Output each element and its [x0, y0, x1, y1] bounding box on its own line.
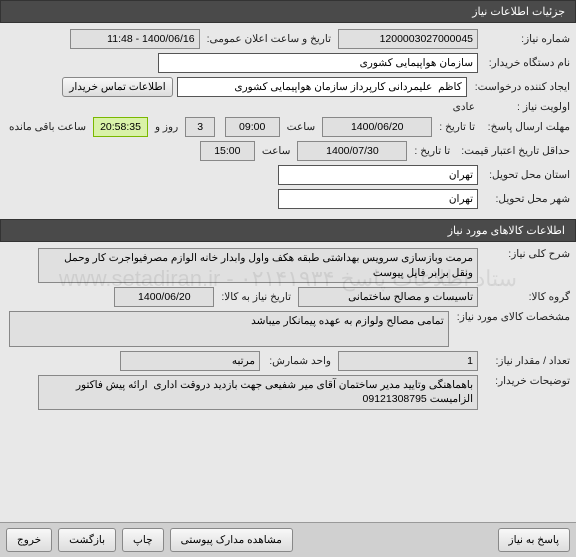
days-remaining — [185, 117, 215, 137]
need-by-date-field — [114, 287, 214, 307]
back-button[interactable]: بازگشت — [58, 528, 116, 552]
label-time-2: ساعت — [259, 145, 294, 157]
exit-button[interactable]: خروج — [6, 528, 52, 552]
label-time-1: ساعت — [284, 121, 319, 133]
label-buyer-org: نام دستگاه خریدار: — [482, 57, 570, 69]
response-deadline-date — [322, 117, 432, 137]
goods-group-field — [298, 287, 478, 307]
label-to-date-2: تا تاریخ : — [411, 145, 453, 157]
requester-field[interactable] — [177, 77, 467, 97]
label-goods-group: گروه کالا: — [482, 291, 570, 303]
delivery-city-field[interactable] — [278, 189, 478, 209]
section-body-need-details: شماره نیاز: تاریخ و ساعت اعلان عمومی: نا… — [0, 23, 576, 219]
goods-desc-field — [38, 248, 478, 283]
buyer-org-field[interactable] — [158, 53, 478, 73]
attachments-button[interactable]: مشاهده مدارک پیوستی — [170, 528, 293, 552]
label-delivery-city: شهر محل تحویل: — [482, 193, 570, 205]
label-time-remaining: ساعت باقی مانده — [6, 121, 89, 133]
priority-value: عادی — [438, 101, 478, 113]
qty-field — [338, 351, 478, 371]
buyer-notes-field — [38, 375, 478, 410]
label-price-validity: حداقل تاریخ اعتبار قیمت: — [457, 145, 570, 157]
label-requester: ایجاد کننده درخواست: — [471, 81, 570, 93]
delivery-province-field[interactable] — [278, 165, 478, 185]
price-validity-date — [297, 141, 407, 161]
label-response-deadline: مهلت ارسال پاسخ: — [482, 121, 570, 133]
label-buyer-notes: توضیحات خریدار: — [482, 375, 570, 387]
label-announce-datetime: تاریخ و ساعت اعلان عمومی: — [204, 33, 334, 45]
label-goods-desc: شرح کلی نیاز: — [482, 248, 570, 260]
section-header-need-details: جزئیات اطلاعات نیاز — [0, 0, 576, 23]
response-deadline-time — [225, 117, 280, 137]
unit-field — [120, 351, 260, 371]
label-need-by-date: تاریخ نیاز به کالا: — [218, 291, 294, 303]
countdown-timer: 20:58:35 — [93, 117, 148, 137]
label-days-and: روز و — [152, 121, 181, 133]
label-goods-spec: مشخصات کالای مورد نیاز: — [453, 311, 570, 323]
label-delivery-province: استان محل تحویل: — [482, 169, 570, 181]
contact-info-button[interactable]: اطلاعات تماس خریدار — [62, 77, 172, 97]
goods-spec-field — [9, 311, 449, 346]
price-validity-time — [200, 141, 255, 161]
section-header-goods-info: اطلاعات کالاهای مورد نیاز — [0, 219, 576, 242]
label-priority: اولویت نیاز : — [482, 101, 570, 113]
respond-button[interactable]: پاسخ به نیاز — [498, 528, 570, 552]
label-need-number: شماره نیاز: — [482, 33, 570, 45]
print-button[interactable]: چاپ — [122, 528, 164, 552]
label-qty: تعداد / مقدار نیاز: — [482, 355, 570, 367]
section-body-goods-info: شرح کلی نیاز: گروه کالا: تاریخ نیاز به ک… — [0, 242, 576, 420]
label-unit: واحد شمارش: — [264, 355, 334, 367]
need-number-field — [338, 29, 478, 49]
label-to-date-1: تا تاریخ : — [436, 121, 478, 133]
footer-toolbar: خروج بازگشت چاپ مشاهده مدارک پیوستی پاسخ… — [0, 522, 576, 557]
announce-datetime-field — [70, 29, 200, 49]
